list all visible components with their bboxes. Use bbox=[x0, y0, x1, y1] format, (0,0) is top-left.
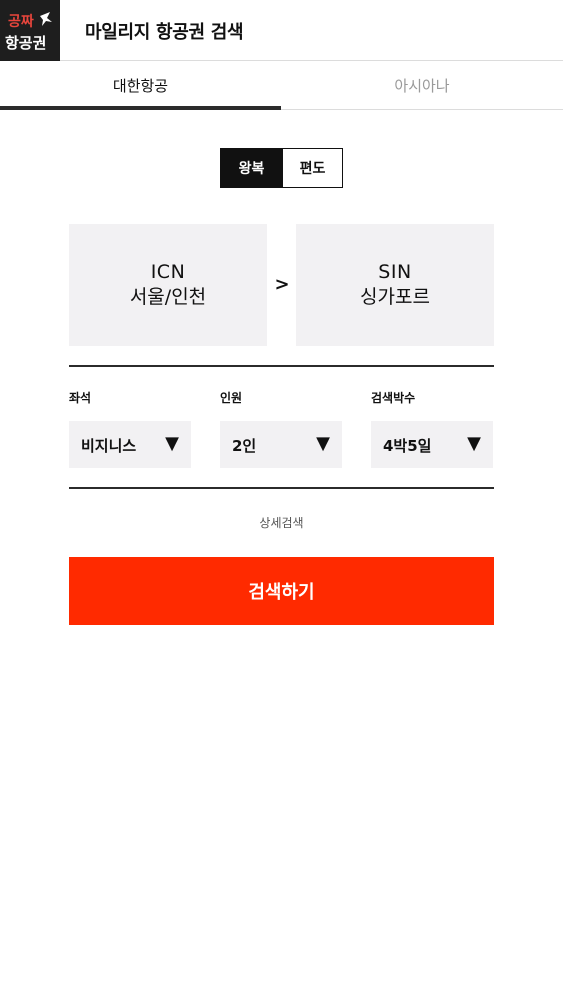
caret-down-icon: ▼ bbox=[316, 433, 330, 454]
seat-class-value: 비지니스 bbox=[81, 437, 137, 455]
chevron-right-icon: > bbox=[274, 274, 290, 295]
caret-down-icon: ▼ bbox=[165, 433, 179, 454]
caret-down-icon: ▼ bbox=[467, 433, 481, 454]
section-divider bbox=[69, 365, 494, 367]
tab-label: 아시아나 bbox=[394, 76, 450, 95]
active-tab-indicator bbox=[0, 106, 281, 110]
tab-korean-air[interactable]: 대한항공 bbox=[0, 61, 281, 109]
stay-length-value: 4박5일 bbox=[383, 437, 432, 455]
app-logo[interactable]: 공짜 항공권 bbox=[0, 0, 60, 61]
logo-graphic: 공짜 항공권 bbox=[0, 0, 60, 61]
destination-code: SIN bbox=[378, 261, 412, 283]
origin-airport-selector[interactable]: ICN 서울/인천 bbox=[69, 224, 267, 346]
airline-tabs: 대한항공 아시아나 bbox=[0, 61, 563, 110]
logo-text-top: 공짜 bbox=[8, 14, 34, 30]
passenger-label: 인원 bbox=[220, 391, 243, 405]
app-header: 공짜 항공권 마일리지 항공권 검색 bbox=[0, 0, 563, 61]
tab-label: 대한항공 bbox=[112, 76, 169, 95]
stay-length-select[interactable]: 4박5일 ▼ bbox=[371, 421, 493, 468]
origin-code: ICN bbox=[150, 261, 186, 283]
section-divider bbox=[69, 487, 494, 489]
destination-city: 싱가포르 bbox=[360, 286, 430, 308]
tab-asiana[interactable]: 아시아나 bbox=[281, 61, 563, 109]
round-trip-button[interactable]: 왕복 bbox=[221, 149, 282, 187]
seat-label: 좌석 bbox=[69, 391, 92, 405]
trip-type-toggle: 왕복 편도 bbox=[220, 148, 343, 188]
search-button[interactable]: 검색하기 bbox=[69, 557, 494, 625]
nights-label: 검색박수 bbox=[371, 391, 416, 405]
origin-city: 서울/인천 bbox=[129, 286, 207, 308]
page-title: 마일리지 항공권 검색 bbox=[85, 22, 244, 43]
destination-airport-selector[interactable]: SIN 싱가포르 bbox=[296, 224, 494, 346]
detail-search-link[interactable]: 상세검색 bbox=[0, 514, 563, 531]
passenger-count-select[interactable]: 2인 ▼ bbox=[220, 421, 342, 468]
one-way-button[interactable]: 편도 bbox=[282, 149, 342, 187]
passenger-count-value: 2인 bbox=[232, 437, 257, 455]
logo-text-bottom: 항공권 bbox=[5, 34, 46, 52]
seat-class-select[interactable]: 비지니스 ▼ bbox=[69, 421, 191, 468]
